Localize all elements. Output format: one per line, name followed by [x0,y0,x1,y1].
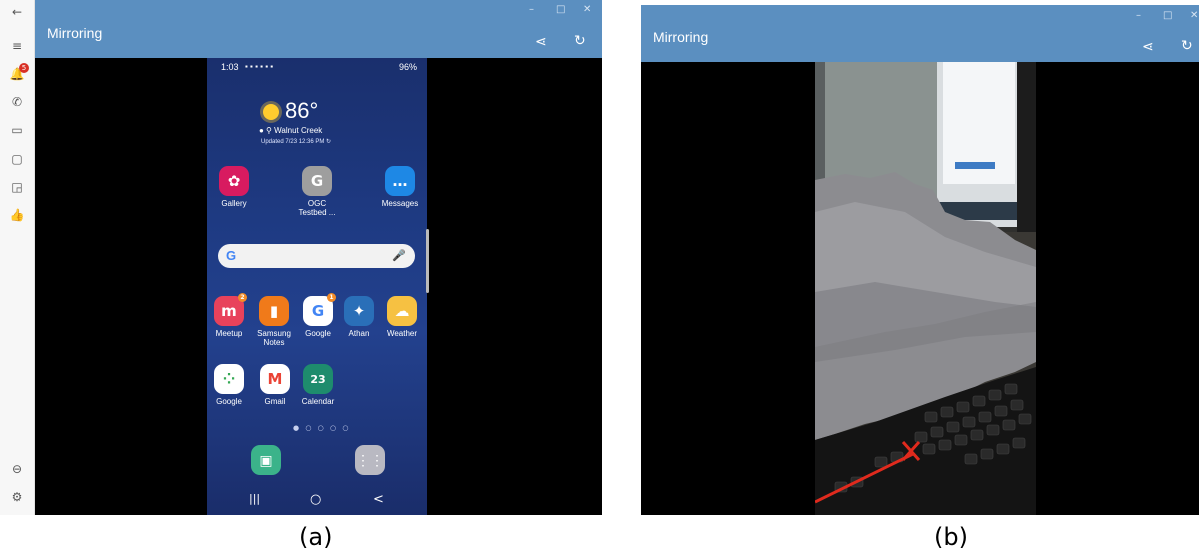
home-button[interactable]: ○ [310,492,321,507]
page-indicator: ● ○ ○ ○ ○ [293,424,351,432]
battery-level: 96% [398,62,417,72]
app-samsung-notes[interactable]: ▮ Samsung Notes [249,296,299,347]
panel-a-phone-mirroring: ← ≡ 🔔 5 ✆ ▭ ▢ ◲ 👍 ⊖ ⚙ Mirroring – □ ✕ ⋖ ↻… [0,0,602,515]
refresh-icon[interactable]: ↻ [574,33,586,49]
google-logo-icon: G [226,248,237,263]
weather-temperature[interactable]: 86° [285,98,318,124]
title-bar: Mirroring – □ ✕ ⋖ ↻ [35,0,602,58]
samsung-notes-icon: ▮ [259,296,289,326]
phone-icon[interactable]: ✆ [9,94,25,110]
status-bar: 1:03 ▪ ▪ ▪ ▪ ▪ ▪ 96% [221,62,417,74]
recents-button[interactable]: ||| [249,492,260,505]
app-meetup[interactable]: m2 Meetup [207,293,254,338]
weather-updated: Updated 7/23 12:36 PM ↻ [261,139,332,145]
minimize-button[interactable]: – [1136,10,1141,21]
caption-b: (b) [934,523,968,551]
ar-scene-image [815,62,1036,515]
gmail-icon: M [260,364,290,394]
status-icons: ▪ ▪ ▪ ▪ ▪ ▪ [245,62,274,71]
menu-icon[interactable]: ≡ [9,38,25,54]
back-icon[interactable]: ← [9,4,25,20]
share-icon[interactable]: ⋖ [535,34,547,50]
files-icon[interactable]: ▢ [9,151,25,167]
settings-icon[interactable]: ⚙ [9,489,25,505]
app-messages[interactable]: … Messages [375,166,425,208]
close-button[interactable]: ✕ [583,4,591,15]
thumbs-up-icon[interactable]: 👍 [9,207,25,223]
caption-a: (a) [299,523,333,551]
refresh-icon[interactable]: ↻ [1181,38,1193,54]
ogc-testbed-icon: G [302,166,332,196]
app-title: Mirroring [653,29,709,45]
google-icon: G1 [303,293,336,326]
weather-app-icon: ☁ [387,296,417,326]
close-button[interactable]: ✕ [1190,10,1198,21]
messages-app-icon: … [385,166,415,196]
share-icon[interactable]: ⋖ [1142,39,1154,55]
meetup-icon: m2 [214,293,247,326]
back-button[interactable]: < [373,492,384,507]
calendar-icon: 23 [303,364,333,394]
android-dock-icon[interactable]: ▣ [251,445,281,475]
app-weather[interactable]: ☁ Weather [377,296,427,338]
notification-badge: 5 [19,63,29,73]
mic-icon[interactable]: 🎤 [392,249,406,262]
notifications-icon[interactable]: 🔔 5 [9,63,29,82]
google-folder-icon: ⁘ [214,364,244,394]
status-time: 1:03 [221,62,239,72]
ar-camera-view[interactable] [815,62,1036,515]
maximize-button[interactable]: □ [556,4,565,15]
athan-icon: ✦ [344,296,374,326]
minus-circle-icon[interactable]: ⊖ [9,461,25,477]
phone-screen[interactable]: 1:03 ▪ ▪ ▪ ▪ ▪ ▪ 96% 86° ● ⚲ Walnut Cree… [207,58,427,515]
cast-icon[interactable]: ◲ [9,179,25,195]
meetup-badge: 2 [238,293,247,302]
phone-nav-bar: ||| ○ < [207,485,427,515]
app-drawer-icon[interactable]: ⋮⋮ [355,445,385,475]
messages-icon[interactable]: ▭ [9,122,25,138]
app-gallery[interactable]: ✿ Gallery [209,166,259,208]
app-title: Mirroring [47,25,103,41]
scrollbar[interactable] [426,229,429,293]
app-calendar[interactable]: 23 Calendar [293,364,343,406]
maximize-button[interactable]: □ [1163,10,1172,21]
sun-icon [263,104,279,120]
google-search-bar[interactable]: G 🎤 [218,244,415,268]
minimize-button[interactable]: – [529,4,534,15]
nav-rail: ← ≡ 🔔 5 ✆ ▭ ▢ ◲ 👍 ⊖ ⚙ [0,0,35,515]
app-google-folder[interactable]: ⁘ Google [207,364,254,406]
title-bar: Mirroring – □ ✕ ⋖ ↻ [641,5,1199,62]
gallery-icon: ✿ [219,166,249,196]
weather-location: ● ⚲ Walnut Creek [259,126,323,135]
app-ogc-testbed[interactable]: G OGC Testbed ... [292,166,342,217]
